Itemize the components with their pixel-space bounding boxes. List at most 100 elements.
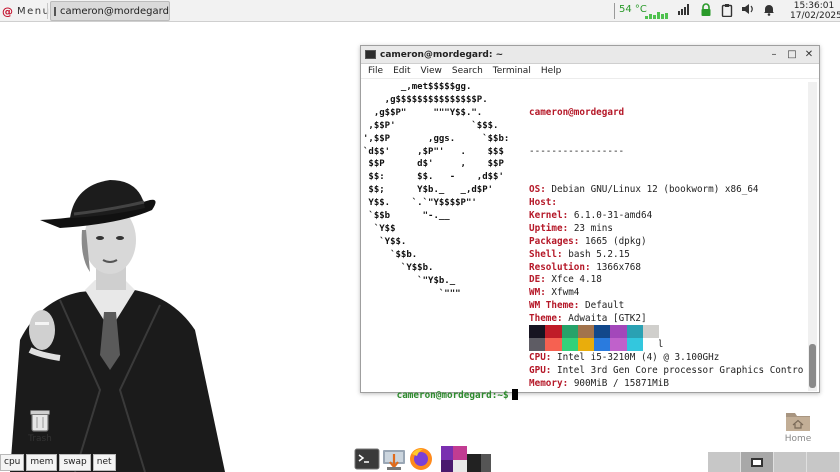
color-swatch: [529, 338, 546, 351]
info-line: Packages: 1665 (dpkg): [529, 236, 803, 249]
info-key: Shell: [529, 248, 557, 260]
terminal-title: cameron@mordegard: ~: [380, 49, 504, 60]
info-line: Shell: bash 5.2.15: [529, 249, 803, 262]
app-launcher-icon[interactable]: [435, 446, 493, 472]
info-line: Resolution: 1366x768: [529, 262, 803, 275]
swap-monitor-button[interactable]: swap: [59, 454, 91, 471]
info-key: Packages: [529, 235, 574, 247]
trash-icon: [30, 410, 50, 432]
info-key: Kernel: [529, 210, 563, 221]
color-palette: [529, 325, 660, 351]
close-button[interactable]: ✕: [802, 48, 816, 62]
info-colon: :: [562, 222, 569, 234]
minimize-button[interactable]: –: [767, 48, 781, 62]
terminal-titlebar[interactable]: cameron@mordegard: ~ – □ ✕: [361, 46, 819, 64]
neofetch-info: cameron@mordegard ----------------- OS: …: [529, 81, 803, 416]
info-key: Resolution: [529, 261, 585, 273]
info-value: 23 mins: [573, 222, 613, 234]
net-monitor-button[interactable]: net: [92, 454, 116, 471]
terminal-icon: [365, 50, 376, 59]
workspace-2[interactable]: [741, 452, 774, 472]
info-value: Default: [585, 300, 625, 312]
info-value: bash 5.2.15: [568, 248, 630, 260]
info-colon: :: [545, 351, 552, 363]
clock[interactable]: 15:36:01 17/02/2025: [790, 1, 840, 21]
menu-help[interactable]: Help: [536, 66, 567, 76]
workspace-3[interactable]: [774, 452, 807, 472]
info-key: Uptime: [529, 222, 563, 234]
menu-edit[interactable]: Edit: [388, 66, 415, 76]
scrollbar-thumb[interactable]: [809, 344, 816, 388]
taskbar-window-button[interactable]: cameron@mordegard: ~: [50, 1, 170, 21]
terminal-output[interactable]: _,met$$$$$gg. ,g$$$$$$$$$$$$$$$P. ,g$$P"…: [361, 80, 807, 401]
color-swatch: [577, 338, 595, 351]
cpu-monitor-button[interactable]: cpu: [0, 454, 25, 471]
info-colon: :: [557, 313, 563, 325]
info-line: GPU: Intel 3rd Gen Core processor Graphi…: [529, 365, 803, 378]
cpu-temperature-value: 54 °C: [619, 4, 647, 15]
system-monitors: cpu mem swap net: [0, 454, 116, 471]
notification-bell-icon[interactable]: [761, 3, 777, 19]
info-line: DE: Xfce 4.18: [529, 274, 803, 287]
network-icon[interactable]: [676, 3, 692, 19]
info-colon: :: [557, 248, 563, 260]
bottom-dock: [354, 444, 493, 472]
info-value: 900MiB / 15871MiB: [573, 377, 669, 389]
color-swatch: [577, 325, 595, 338]
menu-label: Menu: [17, 5, 51, 17]
text-cursor: [511, 388, 518, 400]
volume-icon[interactable]: [740, 3, 756, 19]
trash-desktop-icon[interactable]: Trash: [22, 408, 58, 444]
palette-row-bright: [529, 338, 660, 351]
workspace-1[interactable]: [708, 452, 741, 472]
info-value: Intel 3rd Gen Core processor Graphics Co…: [557, 364, 804, 376]
installer-icon[interactable]: [381, 446, 407, 472]
info-value: Xfwm4: [551, 287, 580, 299]
workspace-4[interactable]: [807, 452, 840, 472]
info-line: CPU: Intel i5-3210M (4) @ 3.100GHz: [529, 352, 803, 365]
info-separator: -----------------: [529, 145, 625, 157]
firefox-icon[interactable]: [408, 446, 434, 472]
info-line: OS: Debian GNU/Linux 12 (bookworm) x86_6…: [529, 184, 803, 197]
lock-icon[interactable]: [698, 3, 714, 19]
workspace-pager: [708, 452, 840, 472]
info-line: WM Theme: Default: [529, 300, 803, 313]
info-key: WM: [529, 287, 541, 299]
cpu-temperature-monitor[interactable]: 54 °C: [614, 3, 668, 19]
mem-monitor-button[interactable]: mem: [26, 454, 58, 471]
window-thumbnail: [751, 457, 763, 467]
clipboard-icon[interactable]: [719, 3, 735, 19]
color-swatch: [643, 338, 660, 351]
trash-label: Trash: [28, 434, 52, 444]
info-colon: :: [545, 364, 552, 376]
menu-view[interactable]: View: [416, 66, 447, 76]
info-line: Host:: [529, 197, 803, 210]
panel-separator: [47, 3, 48, 19]
whisker-menu-button[interactable]: @ Menu: [2, 2, 50, 20]
info-key: DE: [529, 274, 541, 286]
menu-search[interactable]: Search: [447, 66, 488, 76]
shell-prompt[interactable]: cameron@mordegard:~$: [363, 376, 518, 416]
terminal-scrollbar[interactable]: [808, 82, 817, 391]
color-swatch: [545, 325, 562, 338]
color-swatch: [529, 325, 546, 338]
info-colon: :: [562, 210, 569, 221]
color-swatch: [561, 338, 578, 351]
info-key: Host: [529, 197, 552, 209]
color-swatch: [626, 325, 644, 338]
user-host: cameron@mordegard: [529, 106, 625, 118]
info-colon: :: [573, 300, 580, 312]
info-colon: :: [540, 287, 546, 299]
terminal-icon[interactable]: [354, 446, 380, 472]
cpu-graph: [645, 12, 668, 19]
info-line: Kernel: 6.1.0-31-amd64: [529, 210, 803, 223]
color-swatch: [643, 325, 660, 338]
menu-file[interactable]: File: [363, 66, 388, 76]
color-swatch: [545, 338, 562, 351]
info-value: Intel i5-3210M (4) @ 3.100GHz: [557, 351, 720, 363]
menu-terminal[interactable]: Terminal: [488, 66, 536, 76]
maximize-button[interactable]: □: [785, 48, 799, 62]
taskbar-window-title: cameron@mordegard: ~: [60, 5, 170, 17]
terminal-window[interactable]: cameron@mordegard: ~ – □ ✕ File Edit Vie…: [360, 45, 820, 401]
info-value: Adwaita [GTK2]: [568, 313, 647, 325]
